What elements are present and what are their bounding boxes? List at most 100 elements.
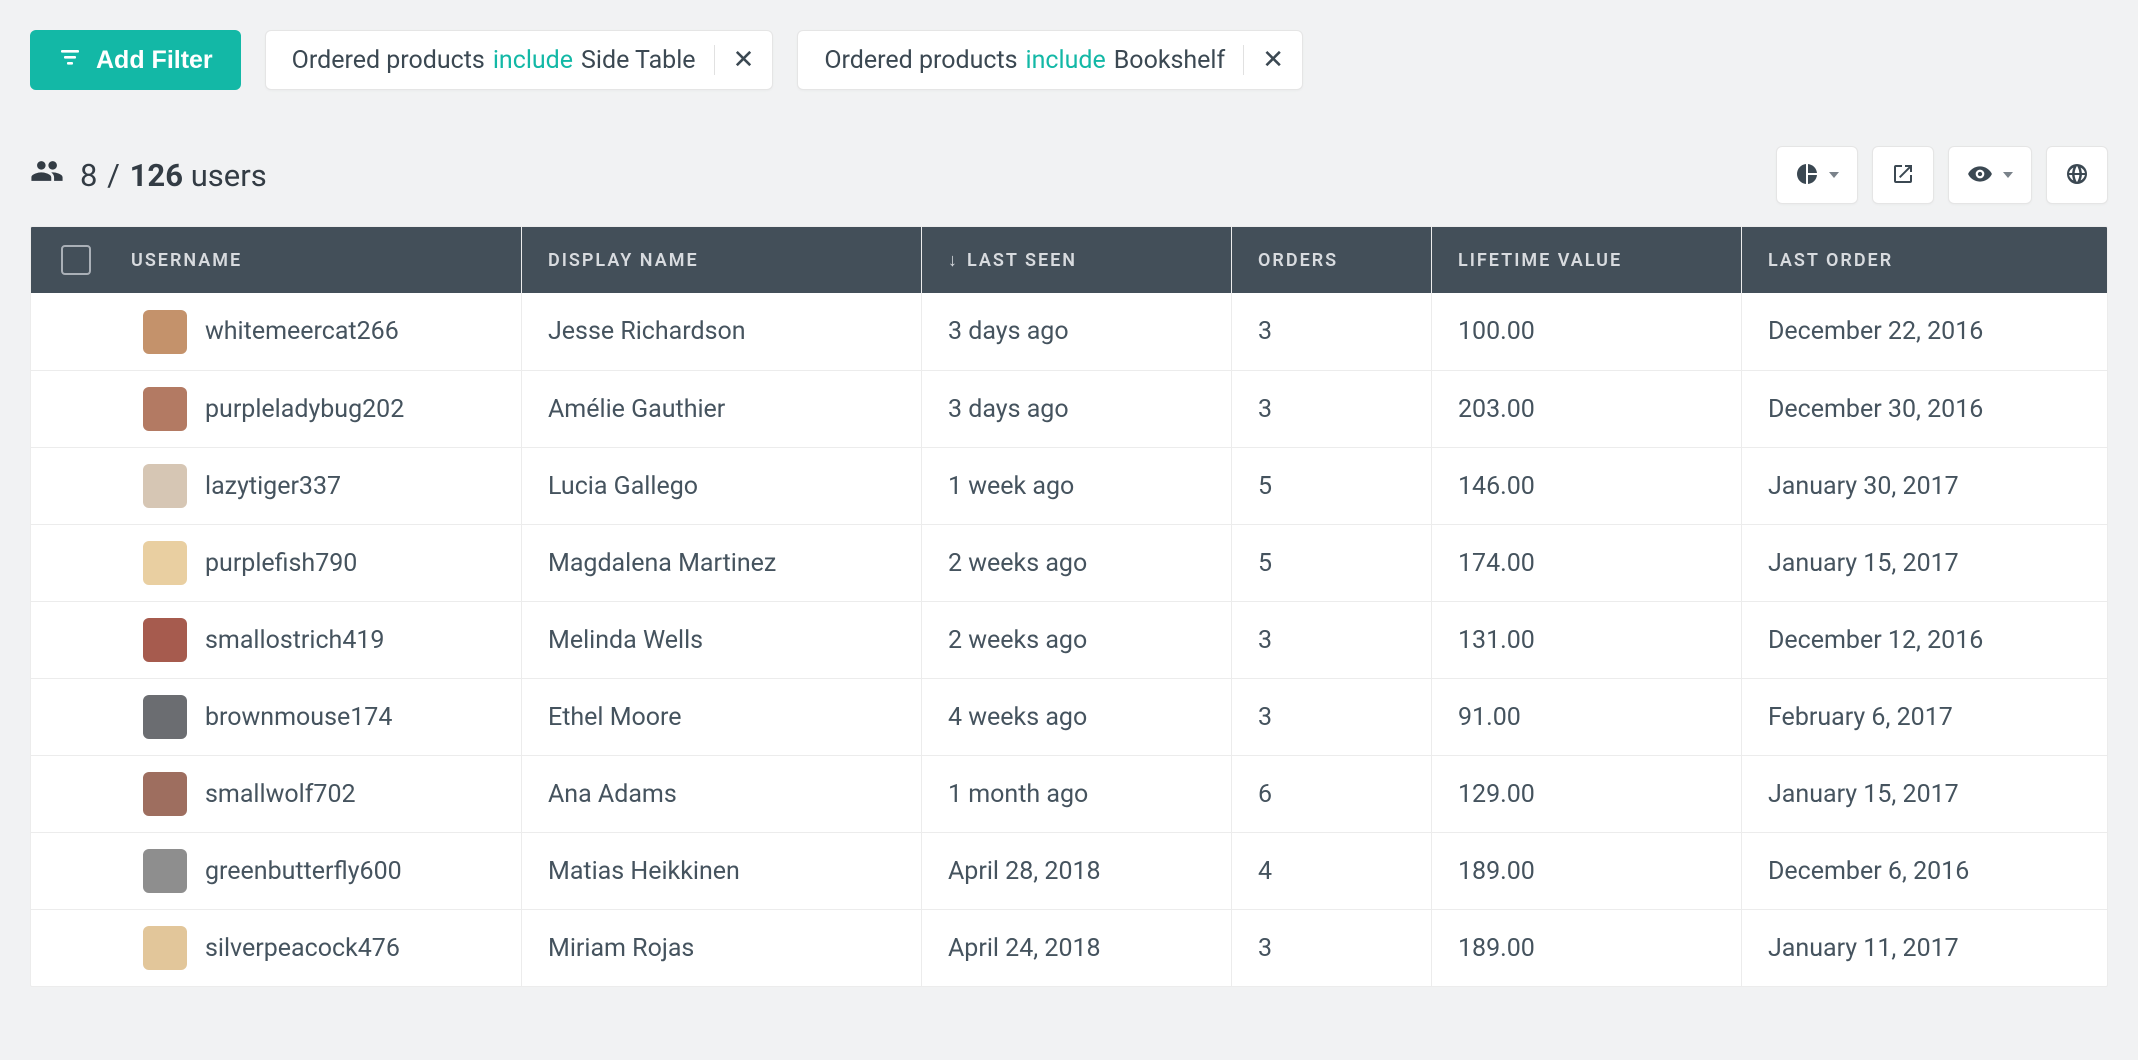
total-count: 126 — [130, 157, 183, 194]
avatar — [143, 618, 187, 662]
orders-cell: 3 — [1258, 626, 1272, 655]
table-row[interactable]: brownmouse174 Ethel Moore 4 weeks ago 3 91.0… — [31, 678, 2107, 755]
column-lifetime-value[interactable]: LIFETIME VALUE — [1431, 227, 1741, 293]
last-order-cell: December 12, 2016 — [1768, 626, 1983, 655]
last-order-cell: January 15, 2017 — [1768, 780, 1959, 809]
avatar — [143, 849, 187, 893]
filter-bar: Add Filter Ordered products include Side T… — [30, 30, 2108, 90]
add-filter-label: Add Filter — [96, 46, 213, 75]
table-row[interactable]: smallwolf702Ana Adams1 month ago6129.00J… — [31, 755, 2107, 832]
username-cell: smallwolf702 — [205, 780, 356, 809]
globe-button[interactable] — [2046, 146, 2108, 204]
username-cell: lazytiger337 — [205, 472, 341, 501]
filter-value: Bookshelf — [1114, 46, 1225, 75]
orders-cell: 3 — [1258, 934, 1272, 963]
last-order-cell: January 30, 2017 — [1768, 472, 1959, 501]
column-orders[interactable]: ORDERS — [1231, 227, 1431, 293]
remove-filter-button[interactable]: ✕ — [1262, 47, 1284, 73]
display-name-cell: Melinda Wells — [548, 626, 703, 655]
eye-icon — [1967, 161, 1993, 190]
chip-separator — [1243, 45, 1244, 75]
last-seen-cell: 4 weeks ago — [948, 703, 1087, 732]
avatar — [143, 310, 187, 354]
username-cell: silverpeacock476 — [205, 934, 400, 963]
user-count-summary: 8 / 126 users — [30, 154, 267, 196]
orders-cell: 5 — [1258, 472, 1272, 501]
display-name-cell: Jesse Richardson — [548, 317, 746, 346]
filter-field: Ordered products — [292, 46, 485, 75]
last-seen-cell: April 28, 2018 — [948, 857, 1101, 886]
add-filter-button[interactable]: Add Filter — [30, 30, 241, 90]
last-seen-cell: 3 days ago — [948, 317, 1069, 346]
last-order-cell: January 15, 2017 — [1768, 549, 1959, 578]
table-row[interactable]: greenbutterfly600 Matias Heikkinen April 2… — [31, 832, 2107, 909]
orders-cell: 3 — [1258, 317, 1272, 346]
table-header: USERNAME DISPLAY NAME ↓ LAST SEEN ORDERS… — [31, 227, 2107, 293]
export-button[interactable] — [1872, 146, 1934, 204]
users-label: users — [191, 157, 267, 194]
table-row[interactable]: purplefish790Magdalena Martinez2 weeks a… — [31, 524, 2107, 601]
avatar — [143, 772, 187, 816]
display-name-cell: Ana Adams — [548, 780, 677, 809]
display-name-cell: Amélie Gauthier — [548, 395, 725, 424]
caret-down-icon — [2003, 172, 2013, 178]
lifetime-value-cell: 203.00 — [1458, 395, 1535, 424]
filter-operator: include — [1026, 46, 1106, 75]
caret-down-icon — [1829, 172, 1839, 178]
shown-count: 8 — [80, 157, 97, 194]
display-name-cell: Ethel Moore — [548, 703, 682, 732]
users-icon — [30, 154, 64, 196]
avatar — [143, 387, 187, 431]
filter-value: Side Table — [581, 46, 696, 75]
lifetime-value-cell: 174.00 — [1458, 549, 1535, 578]
table-row[interactable]: silverpeacock476 Miriam Rojas April 24, 20… — [31, 909, 2107, 986]
lifetime-value-cell: 131.00 — [1458, 626, 1535, 655]
display-name-cell: Matias Heikkinen — [548, 857, 740, 886]
username-cell: smallostrich419 — [205, 626, 384, 655]
avatar — [143, 695, 187, 739]
filter-chip[interactable]: Ordered products include Side Table ✕ — [265, 30, 774, 90]
last-seen-cell: April 24, 2018 — [948, 934, 1101, 963]
username-cell: brownmouse174 — [205, 703, 392, 732]
remove-filter-button[interactable]: ✕ — [733, 47, 755, 73]
table-row[interactable]: smallostrich419 Melinda Wells 2 weeks ago 3… — [31, 601, 2107, 678]
last-seen-cell: 1 week ago — [948, 472, 1074, 501]
filter-chip[interactable]: Ordered products include Bookshelf ✕ — [797, 30, 1303, 90]
last-seen-cell: 2 weeks ago — [948, 549, 1087, 578]
table-row[interactable]: whitemeercat266 Jesse Richardson 3 days ag… — [31, 293, 2107, 370]
last-order-cell: December 30, 2016 — [1768, 395, 1983, 424]
users-table: USERNAME DISPLAY NAME ↓ LAST SEEN ORDERS… — [30, 226, 2108, 987]
lifetime-value-cell: 146.00 — [1458, 472, 1535, 501]
table-row[interactable]: lazytiger337 Lucia Gallego 1 week ago 5 146.… — [31, 447, 2107, 524]
table-row[interactable]: purpleladybug202Amélie Gauthier3 days ag… — [31, 370, 2107, 447]
last-seen-cell: 2 weeks ago — [948, 626, 1087, 655]
username-cell: whitemeercat266 — [205, 317, 399, 346]
lifetime-value-cell: 100.00 — [1458, 317, 1535, 346]
display-name-cell: Miriam Rojas — [548, 934, 694, 963]
filter-operator: include — [493, 46, 573, 75]
column-last-order[interactable]: LAST ORDER — [1741, 227, 2107, 293]
avatar — [143, 926, 187, 970]
chart-button[interactable] — [1776, 146, 1858, 204]
username-cell: greenbutterfly600 — [205, 857, 402, 886]
orders-cell: 5 — [1258, 549, 1272, 578]
last-order-cell: December 22, 2016 — [1768, 317, 1983, 346]
select-all-checkbox[interactable] — [61, 245, 91, 275]
username-cell: purplefish790 — [205, 549, 357, 578]
column-display-name[interactable]: DISPLAY NAME — [521, 227, 921, 293]
avatar — [143, 464, 187, 508]
orders-cell: 3 — [1258, 703, 1272, 732]
avatar — [143, 541, 187, 585]
filter-field: Ordered products — [824, 46, 1017, 75]
visibility-button[interactable] — [1948, 146, 2032, 204]
pie-chart-icon — [1795, 162, 1819, 189]
lifetime-value-cell: 189.00 — [1458, 857, 1535, 886]
display-name-cell: Lucia Gallego — [548, 472, 698, 501]
orders-cell: 6 — [1258, 780, 1272, 809]
column-username[interactable]: USERNAME — [121, 250, 521, 271]
table-actions — [1776, 146, 2108, 204]
column-last-seen[interactable]: ↓ LAST SEEN — [921, 227, 1231, 293]
lifetime-value-cell: 91.00 — [1458, 703, 1521, 732]
globe-icon — [2065, 162, 2089, 189]
last-order-cell: January 11, 2017 — [1768, 934, 1959, 963]
